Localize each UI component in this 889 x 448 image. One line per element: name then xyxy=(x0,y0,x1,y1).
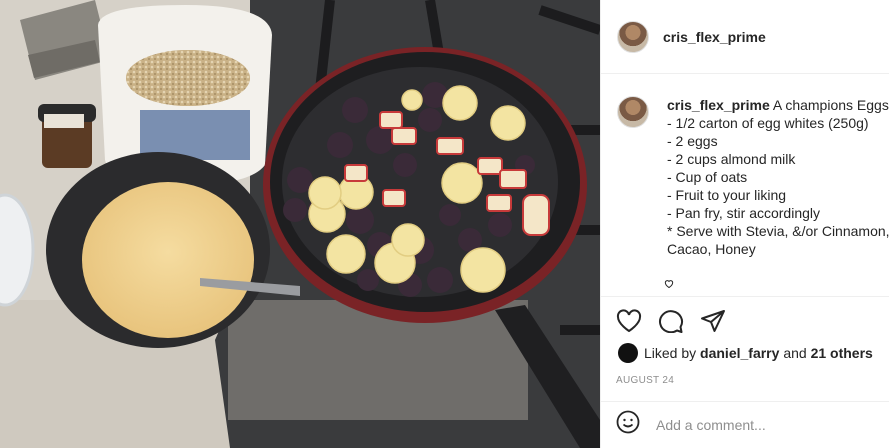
action-icons xyxy=(616,309,726,333)
caption-line: - 2 cups almond milk xyxy=(667,151,796,167)
caption-line: - Pan fry, stir accordingly xyxy=(667,205,821,221)
author-avatar[interactable] xyxy=(617,20,649,53)
caption-text: cris_flex_prime A champions Eggs! - 1/2 … xyxy=(667,96,889,258)
caption-line: * Serve with Stevia, &/or Cinnamon, xyxy=(667,223,889,239)
caption-block: cris_flex_prime A champions Eggs! - 1/2 … xyxy=(617,96,889,258)
caption-line: Cacao, Honey xyxy=(667,241,756,257)
comment-bar: Add a comment... xyxy=(600,401,889,447)
caption-line: A champions Eggs! xyxy=(772,97,889,113)
caption-avatar[interactable] xyxy=(617,96,649,128)
caption-username[interactable]: cris_flex_prime xyxy=(667,97,770,113)
liker-avatar[interactable] xyxy=(618,343,638,363)
liked-by-others[interactable]: 21 others xyxy=(811,345,873,361)
post-header: cris_flex_prime xyxy=(601,0,889,74)
post-photo[interactable] xyxy=(0,0,600,448)
post-date[interactable]: AUGUST 24 xyxy=(616,375,674,386)
liked-by-user[interactable]: daniel_farry xyxy=(700,345,779,361)
author-username[interactable]: cris_flex_prime xyxy=(663,29,766,45)
liked-by-line: Liked by daniel_farry and 21 others xyxy=(618,343,873,363)
heart-small-icon[interactable] xyxy=(664,279,674,291)
paper-plane-icon[interactable] xyxy=(700,309,726,333)
liked-by-prefix: Liked by xyxy=(644,345,697,361)
food-photo-illustration xyxy=(0,0,600,448)
caption-line: - Cup of oats xyxy=(667,169,748,185)
post-actions-section: Liked by daniel_farry and 21 others AUGU… xyxy=(600,296,889,446)
heart-outline-icon[interactable] xyxy=(616,309,642,333)
smiley-icon[interactable] xyxy=(616,410,640,439)
comment-input[interactable]: Add a comment... xyxy=(656,417,766,433)
caption-line: - Fruit to your liking xyxy=(667,187,787,203)
liked-by-and: and xyxy=(783,345,807,361)
caption-line: - 2 eggs xyxy=(667,133,718,149)
caption-line: - 1/2 carton of egg whites (250g) xyxy=(667,115,869,131)
speech-bubble-icon[interactable] xyxy=(658,309,684,333)
